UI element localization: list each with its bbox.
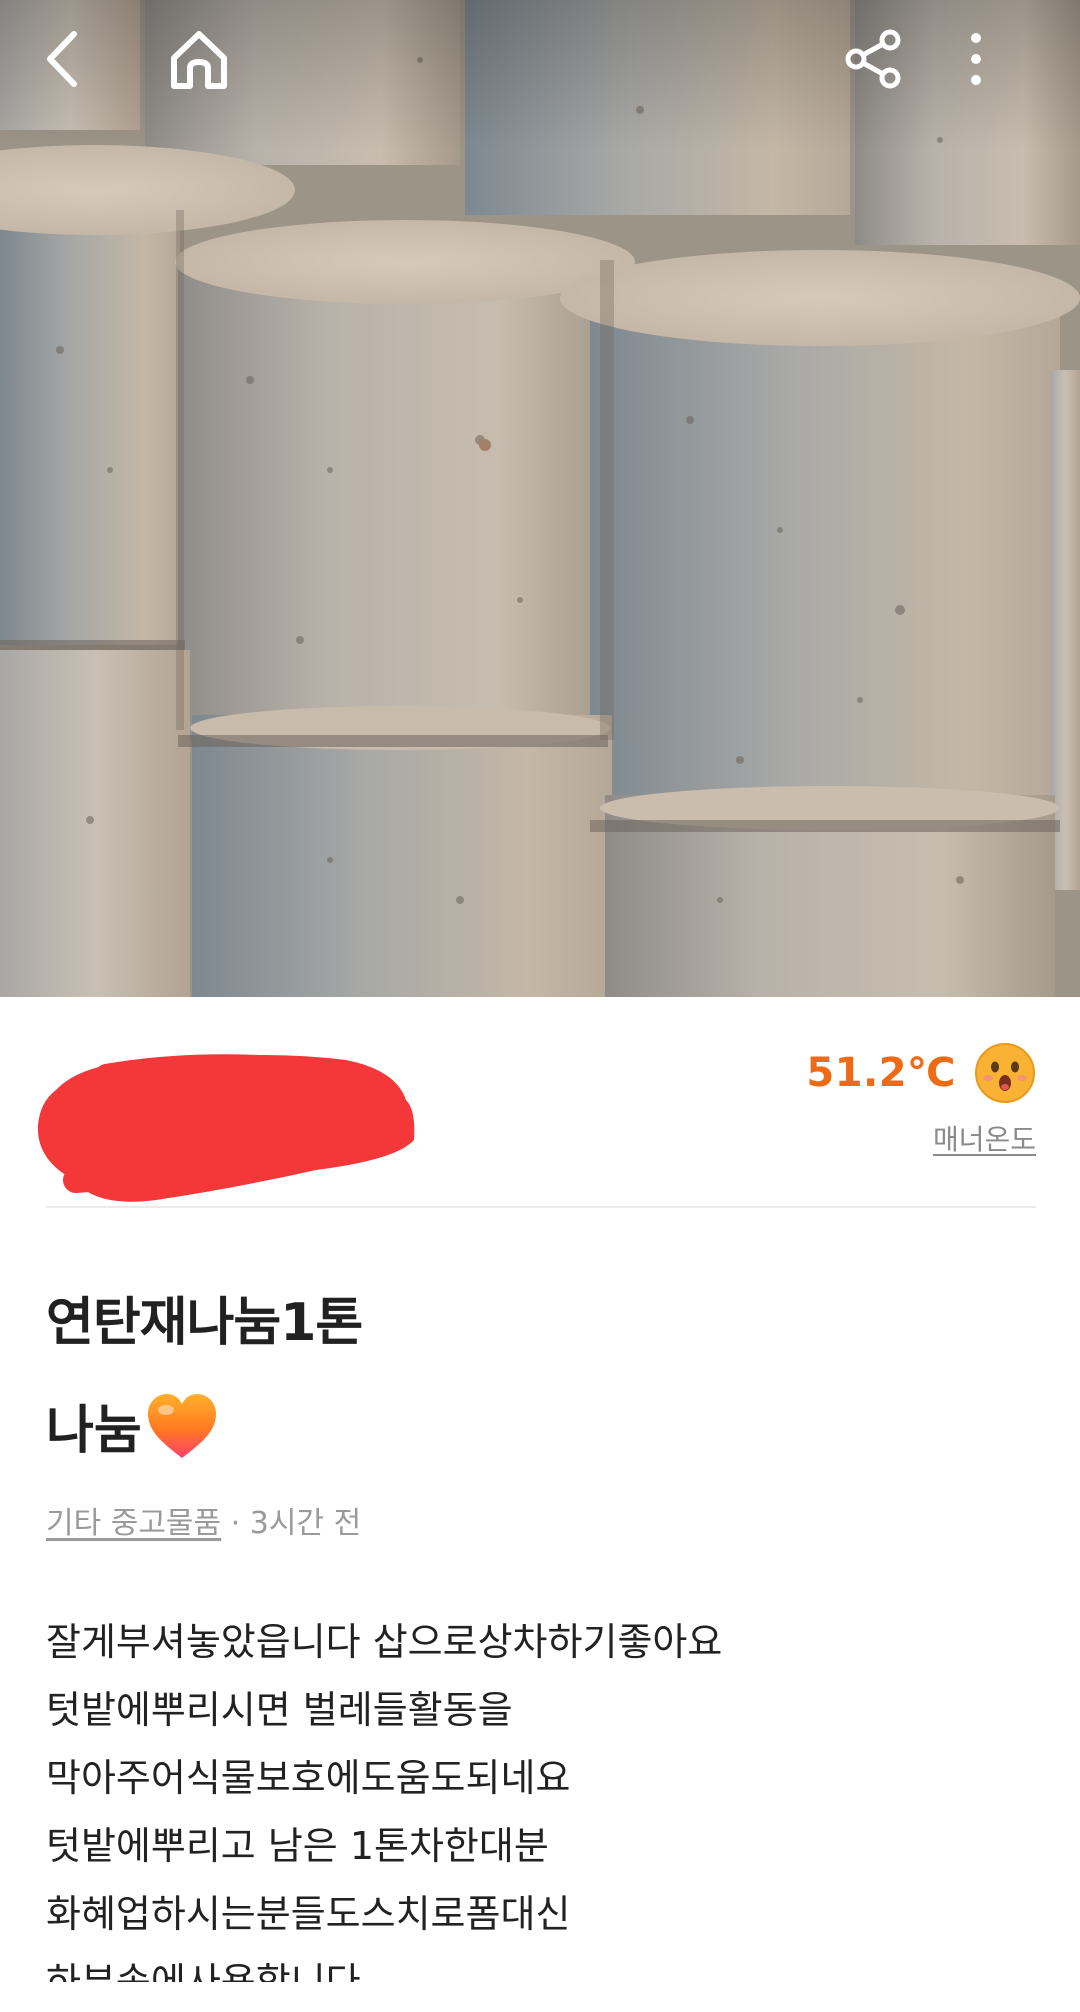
- category-link[interactable]: 기타 중고물품: [46, 1506, 221, 1541]
- orange-heart-icon: [147, 1393, 216, 1458]
- post-title-line2: 나눔: [46, 1388, 220, 1463]
- top-gradient-overlay: [0, 0, 1080, 150]
- post-title: 연탄재나눔1톤: [46, 1293, 363, 1353]
- description-line: 잘게부셔놓았읍니다 삽으로상차하기좋아요: [46, 1620, 723, 1664]
- post-title-text: 나눔: [46, 1401, 142, 1461]
- more-options-button[interactable]: [966, 28, 1038, 100]
- home-button[interactable]: [168, 28, 240, 100]
- post-meta: 기타 중고물품 · 3시간 전: [46, 1498, 361, 1542]
- share-button[interactable]: [842, 28, 914, 100]
- product-photo[interactable]: [0, 0, 1080, 997]
- scroll-cutoff: [0, 1982, 1080, 2012]
- meta-separator: ·: [221, 1506, 250, 1541]
- seller-profile-row[interactable]: 51.2℃ 매너온도: [37, 1000, 1036, 1208]
- description-line: 텃밭에뿌리고 남은 1톤차한대분: [46, 1824, 549, 1868]
- surprised-face-icon: [975, 1043, 1035, 1103]
- manner-temperature: 51.2℃: [806, 1050, 956, 1096]
- manner-temperature-label[interactable]: 매너온도: [933, 1118, 1036, 1158]
- post-time: 3시간 전: [249, 1506, 362, 1541]
- home-icon: [171, 31, 227, 89]
- back-button[interactable]: [40, 28, 112, 100]
- description-line: 화혜업하시는분들도스치로폼대신: [46, 1892, 571, 1936]
- description-line: 막아주어식물보호에도움도되네요: [46, 1756, 571, 1800]
- share-icon: [845, 29, 901, 89]
- post-description: 잘게부셔놓았읍니다 삽으로상차하기좋아요 텃밭에뿌리시면 벌레들활동을 막아주어…: [46, 1608, 1036, 2012]
- back-icon: [47, 31, 77, 87]
- description-line: 텃밭에뿌리시면 벌레들활동을: [46, 1688, 513, 1732]
- more-vertical-icon: [971, 33, 981, 85]
- product-detail-page: 51.2℃ 매너온도 연탄재나눔1톤 나눔 기타 중고물품 · 3시간 전 잘게…: [0, 0, 1080, 2012]
- redacted-seller-name: [37, 1054, 415, 1202]
